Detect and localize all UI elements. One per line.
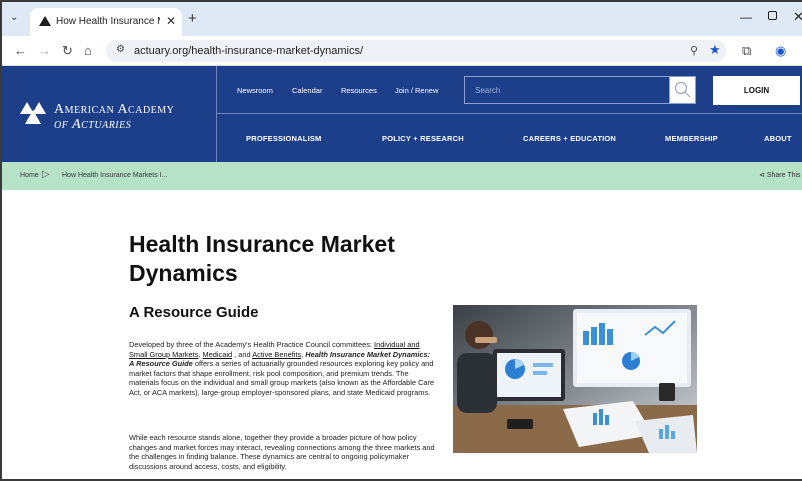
site-header: American Academy of Actuaries Newsroom C… bbox=[2, 66, 802, 162]
page-subtitle: A Resource Guide bbox=[129, 304, 259, 321]
nav-about[interactable]: ABOUT bbox=[764, 134, 792, 143]
nav-join-renew[interactable]: Join / Renew bbox=[395, 86, 438, 95]
tab-strip: ⌄ How Health Insurance Markets ✕ + — ✕ bbox=[2, 2, 802, 36]
browser-toolbar: ← → ↻ ⌂ ⚙ actuary.org/health-insurance-m… bbox=[2, 36, 802, 66]
nav-resources[interactable]: Resources bbox=[341, 86, 377, 95]
tab-close-icon[interactable]: ✕ bbox=[166, 14, 176, 28]
share-button[interactable]: ⊲ Share This bbox=[759, 171, 801, 179]
reload-icon[interactable]: ↻ bbox=[62, 43, 73, 59]
link-active-benefits[interactable]: Active Benefits bbox=[252, 350, 301, 359]
login-button[interactable]: LOGIN bbox=[713, 76, 800, 105]
new-tab-button[interactable]: + bbox=[188, 10, 197, 27]
nav-calendar[interactable]: Calendar bbox=[292, 86, 322, 95]
search-input[interactable] bbox=[465, 77, 669, 103]
bookmark-star-icon[interactable]: ★ bbox=[709, 42, 721, 58]
zoom-icon[interactable]: ⚲ bbox=[690, 44, 698, 57]
intro-text: Developed by three of the Academy's Heal… bbox=[129, 340, 372, 349]
share-label: Share This bbox=[766, 172, 801, 179]
maximize-icon[interactable] bbox=[768, 11, 777, 20]
nav-policy-research[interactable]: POLICY + RESEARCH bbox=[382, 134, 464, 143]
minimize-icon[interactable]: — bbox=[740, 10, 752, 24]
address-bar[interactable]: ⚙ actuary.org/health-insurance-market-dy… bbox=[106, 40, 726, 62]
share-icon: ⊲ bbox=[759, 172, 765, 179]
search-button[interactable] bbox=[669, 77, 695, 103]
nav-professionalism[interactable]: PROFESSIONALISM bbox=[246, 134, 322, 143]
url-text[interactable]: actuary.org/health-insurance-market-dyna… bbox=[134, 45, 363, 57]
browser-window: ⌄ How Health Insurance Markets ✕ + — ✕ ←… bbox=[0, 0, 802, 481]
breadcrumb-home[interactable]: Home bbox=[20, 172, 39, 179]
page-title: Health Insurance Market Dynamics bbox=[129, 231, 395, 286]
logo-text-line2[interactable]: of Actuaries bbox=[54, 117, 131, 133]
menu-icon[interactable]: ⋮ bbox=[797, 43, 802, 59]
logo-text-line1[interactable]: American Academy bbox=[54, 102, 174, 118]
tab-search-icon[interactable]: ⌄ bbox=[10, 12, 24, 26]
second-paragraph: While each resource stands alone, togeth… bbox=[129, 433, 435, 471]
hero-image bbox=[453, 305, 697, 453]
header-divider bbox=[216, 66, 217, 162]
chevron-right-icon: ▷ bbox=[42, 169, 50, 180]
forward-icon[interactable]: → bbox=[38, 43, 51, 58]
site-info-icon[interactable]: ⚙ bbox=[116, 44, 125, 55]
breadcrumb: Home ▷ How Health Insurance Markets I...… bbox=[2, 162, 802, 190]
intro-paragraph: Developed by three of the Academy's Heal… bbox=[129, 340, 435, 397]
breadcrumb-current: How Health Insurance Markets I... bbox=[62, 172, 168, 179]
favicon-icon bbox=[39, 16, 51, 26]
academy-logo-icon[interactable] bbox=[20, 100, 46, 124]
link-medicaid[interactable]: Medicaid bbox=[203, 350, 233, 359]
site-search bbox=[464, 76, 696, 104]
close-window-icon[interactable]: ✕ bbox=[793, 9, 802, 25]
nav-newsroom[interactable]: Newsroom bbox=[237, 86, 273, 95]
search-icon bbox=[674, 81, 691, 98]
extensions-icon[interactable]: ⧉ bbox=[742, 43, 751, 59]
back-icon[interactable]: ← bbox=[14, 43, 27, 58]
tab-title: How Health Insurance Markets bbox=[56, 16, 160, 27]
nav-membership[interactable]: MEMBERSHIP bbox=[665, 134, 718, 143]
browser-tab[interactable]: How Health Insurance Markets ✕ bbox=[30, 8, 182, 36]
home-icon[interactable]: ⌂ bbox=[84, 43, 92, 58]
header-divider bbox=[216, 113, 802, 114]
profile-icon[interactable]: ◉ bbox=[775, 43, 786, 59]
nav-careers-education[interactable]: CAREERS + EDUCATION bbox=[523, 134, 616, 143]
